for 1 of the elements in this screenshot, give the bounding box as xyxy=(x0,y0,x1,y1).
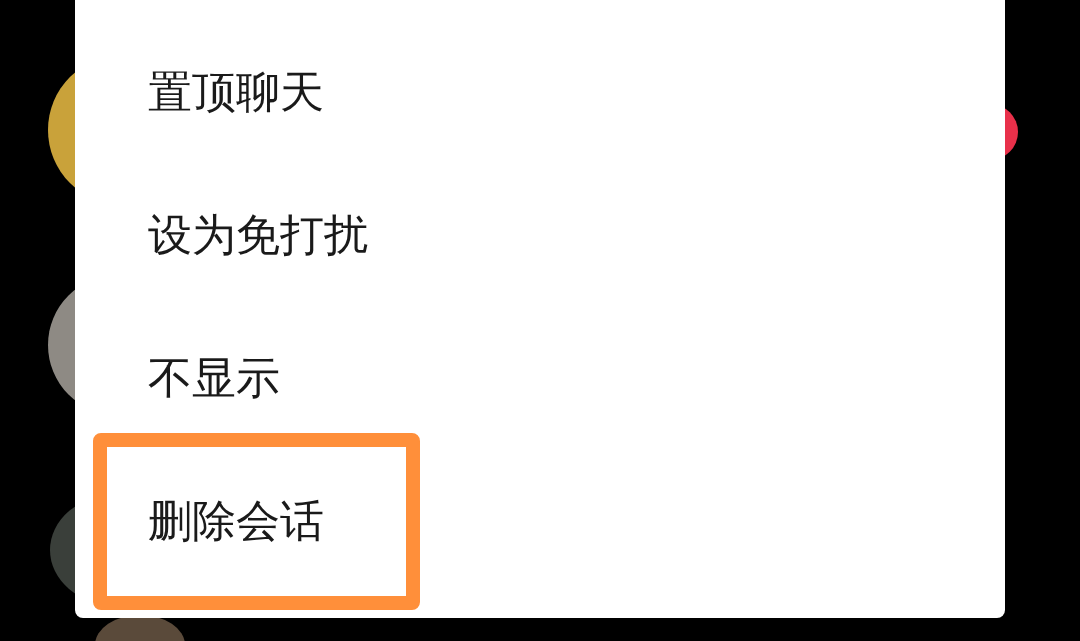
menu-item[interactable]: 删除会话 xyxy=(93,433,420,610)
